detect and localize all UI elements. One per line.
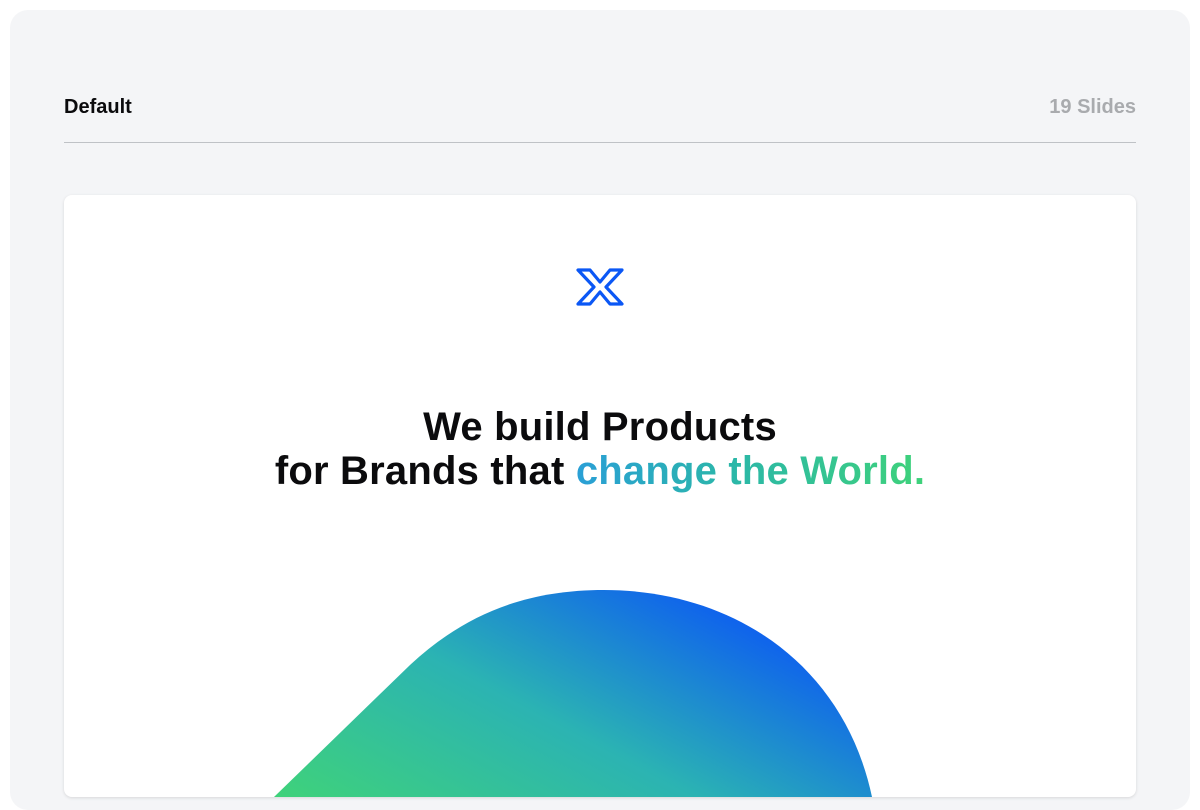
headline-highlight: change the World. [575,449,926,493]
presentation-panel: Default 19 Slides We build Products for … [10,10,1190,810]
headline-line-2-prefix: for Brands that [274,449,576,493]
section-header: Default 19 Slides [64,96,1136,143]
headline-line-2: for Brands that change the World. [64,449,1136,493]
slide-preview[interactable]: We build Products for Brands that change… [64,195,1136,797]
slide-headline: We build Products for Brands that change… [64,405,1136,493]
headline-line-1: We build Products [423,405,777,449]
x-logo-icon [576,268,624,306]
slide-count: 19 Slides [1049,96,1136,118]
section-title: Default [64,96,132,118]
